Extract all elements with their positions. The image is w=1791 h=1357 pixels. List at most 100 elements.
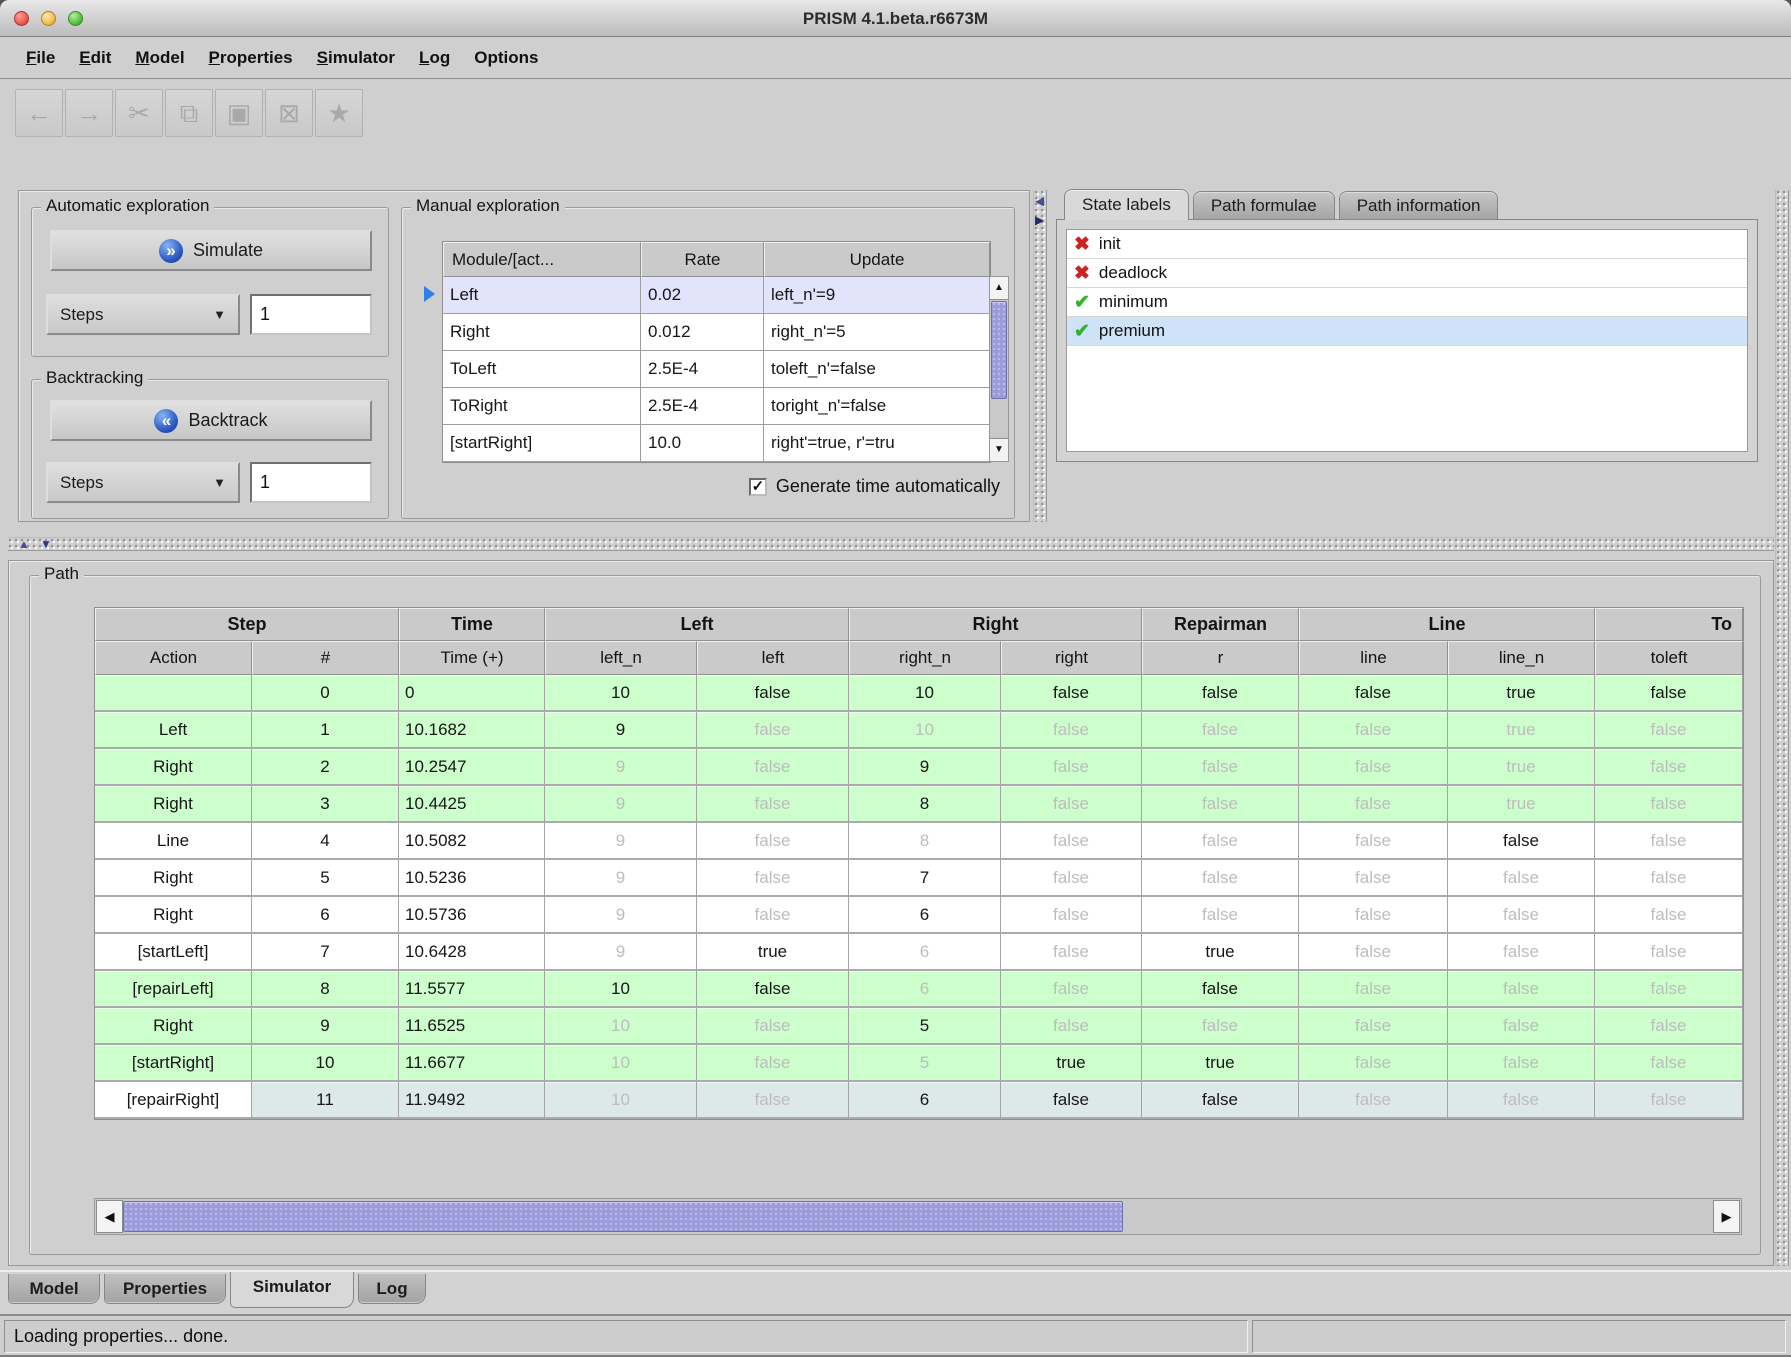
forward-button[interactable]: → — [65, 89, 113, 137]
manual-cell[interactable]: right_n'=5 — [764, 314, 990, 351]
tab-properties[interactable]: Properties — [104, 1274, 226, 1304]
manual-transition-row[interactable]: ToRight2.5E-4toright_n'=false — [443, 388, 990, 425]
path-cell: 11.5577 — [399, 971, 545, 1008]
path-row[interactable]: [startRight]1011.667710false5truetruefal… — [95, 1045, 1743, 1082]
scroll-up-icon[interactable]: ▲ — [990, 277, 1008, 300]
path-cell: 10 — [545, 1082, 697, 1119]
horizontal-splitter[interactable]: ▲ ▼ — [8, 537, 1774, 551]
path-cell — [95, 675, 252, 712]
collapse-left-icon[interactable]: ◀ — [1035, 195, 1044, 207]
path-row[interactable]: [repairLeft]811.557710false6falsefalsefa… — [95, 971, 1743, 1008]
backtrack-label: Backtrack — [188, 410, 267, 431]
manual-cell[interactable]: ToLeft — [443, 351, 641, 388]
steps-label: Steps — [60, 305, 103, 325]
manual-cell[interactable]: 0.012 — [641, 314, 764, 351]
vertical-splitter[interactable]: ◀ ▶ — [1033, 190, 1047, 522]
back-button[interactable]: ← — [15, 89, 63, 137]
simulate-steps-dropdown[interactable]: Steps ▼ — [46, 294, 240, 335]
copy-button[interactable]: ⧉ — [165, 89, 213, 137]
tab-simulator[interactable]: Simulator — [230, 1272, 354, 1308]
path-cell: false — [1299, 1008, 1448, 1045]
manual-cell[interactable]: 2.5E-4 — [641, 388, 764, 425]
backtrack-steps-dropdown[interactable]: Steps ▼ — [46, 462, 240, 503]
status-message-box: Loading properties... done. — [4, 1320, 1248, 1353]
manual-cell[interactable]: 0.02 — [641, 277, 764, 314]
simulate-steps-input[interactable] — [250, 294, 372, 335]
path-row[interactable]: 0010false10falsefalsefalsetruefalse — [95, 675, 1743, 712]
scroll-right-icon[interactable]: ▶ — [1713, 1200, 1740, 1233]
generate-time-checkbox[interactable]: ✓ — [749, 478, 767, 496]
backtrack-steps-input[interactable] — [250, 462, 372, 503]
scrollbar-thumb[interactable] — [991, 301, 1007, 399]
state-label-premium[interactable]: ✔premium — [1067, 317, 1747, 346]
path-scrollbar[interactable]: ◀ ▶ — [94, 1198, 1742, 1235]
state-label-init[interactable]: ✖init — [1067, 230, 1747, 259]
menu-edit[interactable]: Edit — [67, 38, 123, 78]
manual-cell[interactable]: Right — [443, 314, 641, 351]
manual-cell[interactable]: Left — [443, 277, 641, 314]
backtrack-button[interactable]: « Backtrack — [50, 400, 372, 441]
scroll-down-icon[interactable]: ▼ — [990, 438, 1008, 461]
path-row[interactable]: Line410.50829false8falsefalsefalsefalsef… — [95, 823, 1743, 860]
tab-log[interactable]: Log — [358, 1274, 426, 1304]
path-row[interactable]: [repairRight]1111.949210false6falsefalse… — [95, 1082, 1743, 1119]
path-cell: false — [1299, 786, 1448, 823]
manual-transition-row[interactable]: [startRight]10.0right'=true, r'=tru — [443, 425, 990, 462]
manual-transition-row[interactable]: Right0.012right_n'=5 — [443, 314, 990, 351]
expand-down-icon[interactable]: ▼ — [40, 538, 52, 550]
path-row[interactable]: Right510.52369false7falsefalsefalsefalse… — [95, 860, 1743, 897]
menu-model[interactable]: Model — [123, 38, 196, 78]
manual-cell[interactable]: 2.5E-4 — [641, 351, 764, 388]
tab-model[interactable]: Model — [8, 1274, 100, 1304]
manual-cell[interactable]: left_n'=9 — [764, 277, 990, 314]
manual-table-scrollbar[interactable]: ▲ ▼ — [989, 276, 1009, 462]
manual-cell[interactable]: toleft_n'=false — [764, 351, 990, 388]
path-cell: false — [1448, 1008, 1595, 1045]
manual-cell[interactable]: 10.0 — [641, 425, 764, 462]
scroll-left-icon[interactable]: ◀ — [96, 1200, 123, 1233]
path-row[interactable]: Left110.16829false10falsefalsefalsetruef… — [95, 712, 1743, 749]
path-row[interactable]: [startLeft]710.64289true6falsetruefalsef… — [95, 934, 1743, 971]
scrollbar-thumb[interactable] — [123, 1201, 1123, 1232]
title-bar[interactable]: PRISM 4.1.beta.r6673M — [0, 0, 1791, 37]
manual-cell[interactable]: [startRight] — [443, 425, 641, 462]
path-row[interactable]: Right310.44259false8falsefalsefalsetruef… — [95, 786, 1743, 823]
delete-button[interactable]: ⊠ — [265, 89, 313, 137]
manual-cell[interactable]: right'=true, r'=tru — [764, 425, 990, 462]
tab-path-formulae[interactable]: Path formulae — [1193, 191, 1335, 220]
manual-transition-row[interactable]: Left0.02left_n'=9 — [443, 277, 990, 314]
simulate-button[interactable]: » Simulate — [50, 230, 372, 271]
tab-state-labels[interactable]: State labels — [1064, 189, 1189, 220]
manual-col-header: Update — [764, 242, 990, 277]
manual-transition-row[interactable]: ToLeft2.5E-4toleft_n'=false — [443, 351, 990, 388]
path-row[interactable]: Right610.57369false6falsefalsefalsefalse… — [95, 897, 1743, 934]
expand-right-icon[interactable]: ▶ — [1035, 214, 1044, 226]
collapse-up-icon[interactable]: ▲ — [18, 538, 30, 550]
path-cell: false — [1001, 823, 1142, 860]
cut-button[interactable]: ✂ — [115, 89, 163, 137]
menu-log[interactable]: Log — [407, 38, 462, 78]
check-icon: ✔ — [1074, 322, 1090, 341]
path-row[interactable]: Right210.25479false9falsefalsefalsetruef… — [95, 749, 1743, 786]
menu-options[interactable]: Options — [462, 38, 550, 78]
rewind-icon: « — [154, 409, 178, 433]
manual-cell[interactable]: ToRight — [443, 388, 641, 425]
paste-button[interactable]: ▣ — [215, 89, 263, 137]
path-title: Path — [39, 564, 84, 584]
path-cell: true — [1001, 1045, 1142, 1082]
state-label-deadlock[interactable]: ✖deadlock — [1067, 259, 1747, 288]
path-cell: false — [697, 675, 849, 712]
path-row[interactable]: Right911.652510false5falsefalsefalsefals… — [95, 1008, 1743, 1045]
path-cell: 10.4425 — [399, 786, 545, 823]
menu-simulator[interactable]: Simulator — [305, 38, 407, 78]
menu-properties[interactable]: Properties — [197, 38, 305, 78]
path-cell: 3 — [252, 786, 399, 823]
tab-path-information[interactable]: Path information — [1339, 191, 1499, 220]
star-button[interactable]: ★ — [315, 89, 363, 137]
state-label-minimum[interactable]: ✔minimum — [1067, 288, 1747, 317]
menu-file[interactable]: File — [14, 38, 67, 78]
labels-tabs: State labelsPath formulaePath informatio… — [1064, 190, 1498, 220]
manual-cell[interactable]: toright_n'=false — [764, 388, 990, 425]
path-cell: Right — [95, 1008, 252, 1045]
path-cell: 6 — [849, 971, 1001, 1008]
